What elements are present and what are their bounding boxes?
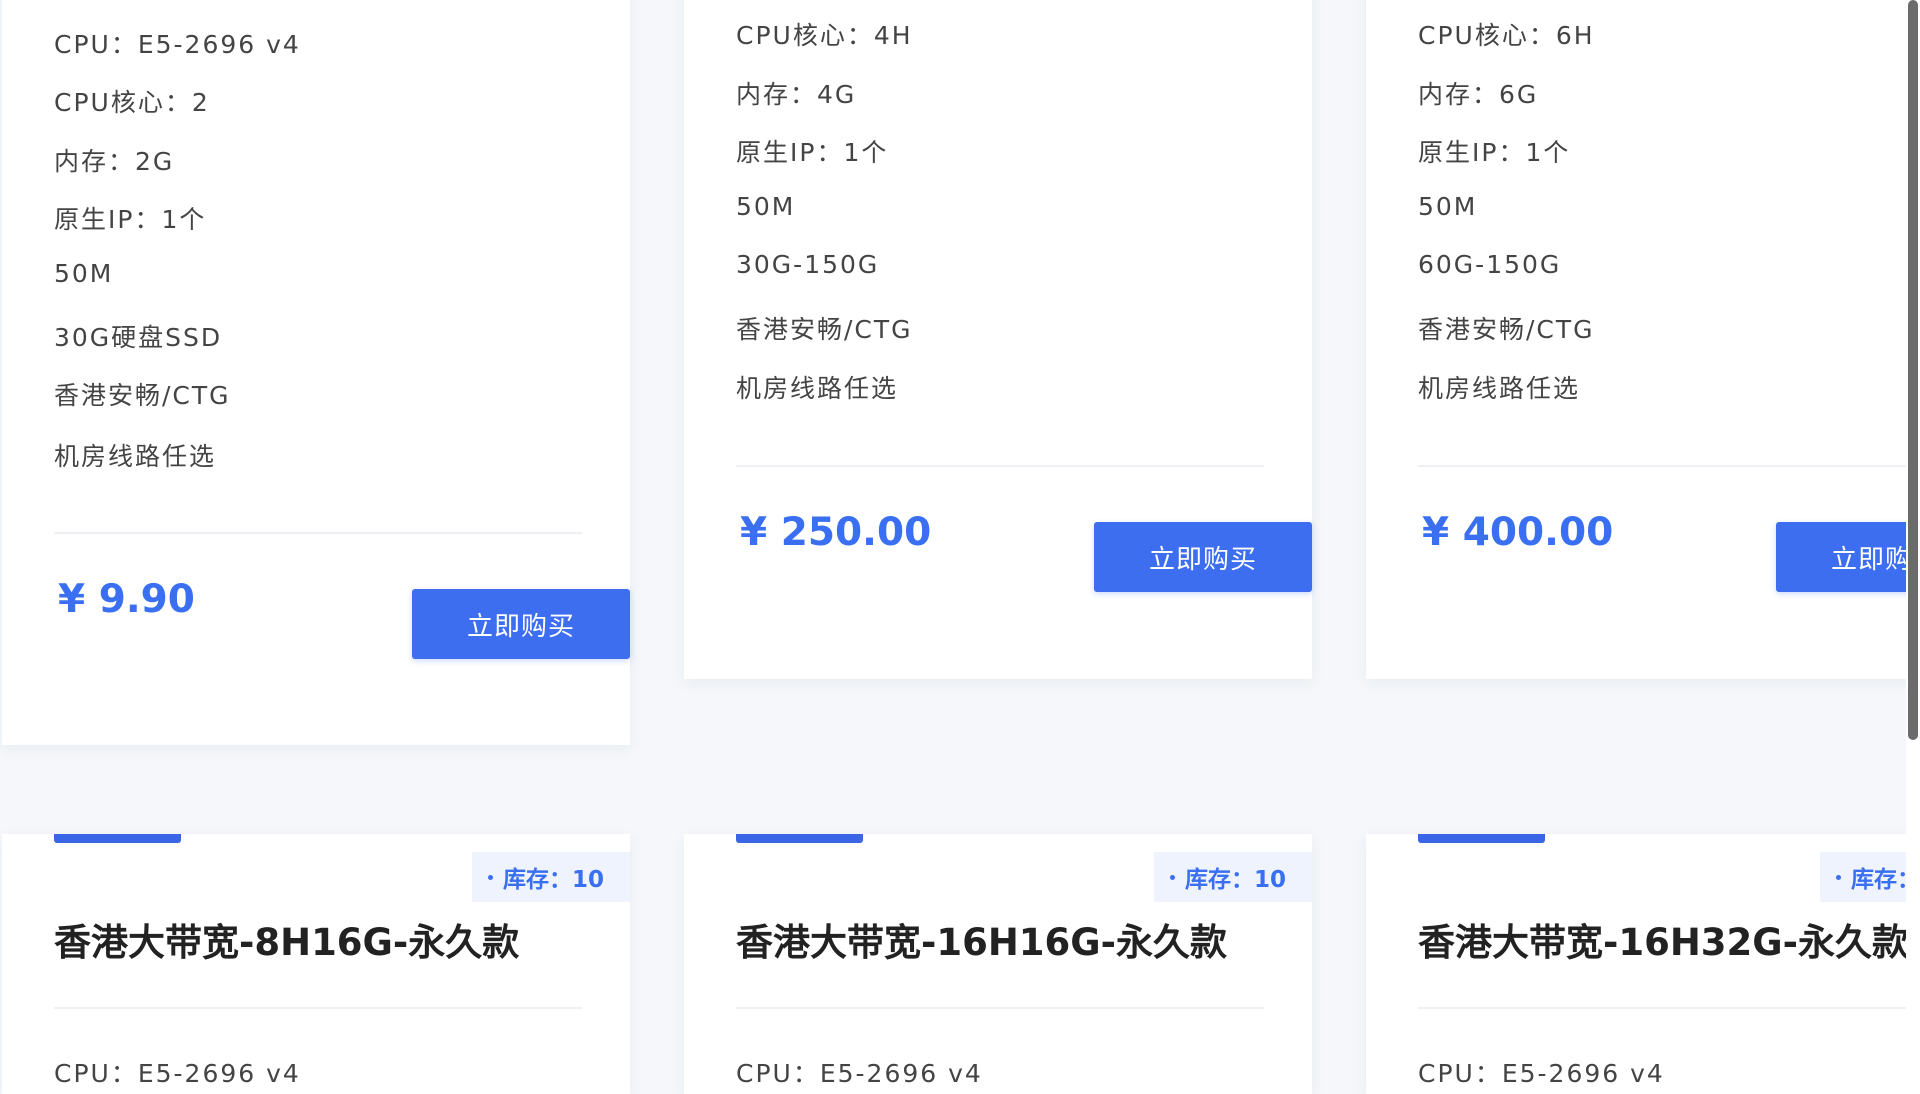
divider [1418,465,1920,467]
accent-bar [54,834,181,843]
spec-cpu: CPU：E5-2696 v4 [54,1059,301,1088]
spec-cpu: CPU：E5-2696 v4 [54,30,301,59]
spec-memory: 内存：4G [736,80,857,109]
spec-bandwidth: 50M [54,259,114,288]
scrollbar-thumb[interactable] [1908,0,1918,740]
accent-bar [736,834,863,843]
spec-datacenter: 香港安畅/CTG [1418,315,1595,344]
spec-route: 机房线路任选 [736,374,899,403]
stock-label: 库存：10 [1185,867,1287,893]
spec-cpu: CPU：E5-2696 v4 [1418,1059,1665,1088]
spec-cores: CPU核心：2 [54,88,210,117]
stock-label: 库存：10 [503,867,605,893]
spec-cpu: CPU：E5-2696 v4 [736,1059,983,1088]
stock-badge: 库存：10 [1154,852,1312,902]
divider [54,532,582,534]
scrollbar[interactable] [1906,0,1920,1080]
spec-route: 机房线路任选 [1418,374,1581,403]
divider [736,1007,1264,1009]
buy-now-button[interactable]: 立即购买 [1776,522,1920,592]
dot-icon [488,874,493,880]
price: ¥ 400.00 [1422,510,1614,555]
spec-bandwidth: 50M [736,192,796,221]
divider [54,1007,582,1009]
product-card: 库存：10 香港大带宽-16H16G-永久款 CPU：E5-2696 v4 [684,834,1312,1094]
spec-datacenter: 香港安畅/CTG [736,315,913,344]
product-card: CPU核心：6H 内存：6G 原生IP：1个 50M 60G-150G 香港安畅… [1366,0,1920,679]
stock-badge: 库存：10 [472,852,630,902]
spec-disk: 30G-150G [736,250,880,279]
product-title: 香港大带宽-16H16G-永久款 [736,921,1228,964]
dot-icon [1836,874,1841,880]
product-card: 库存：10 香港大带宽-8H16G-永久款 CPU：E5-2696 v4 [2,834,630,1094]
spec-ip: 原生IP：1个 [736,138,889,167]
spec-memory: 内存：6G [1418,80,1539,109]
spec-ip: 原生IP：1个 [1418,138,1571,167]
spec-route: 机房线路任选 [54,442,217,471]
spec-ip: 原生IP：1个 [54,205,207,234]
product-card: CPU：E5-2696 v4 CPU核心：2 内存：2G 原生IP：1个 50M… [2,0,630,745]
spec-disk: 30G硬盘SSD [54,323,223,352]
spec-bandwidth: 50M [1418,192,1478,221]
divider [736,465,1264,467]
buy-now-button[interactable]: 立即购买 [412,589,630,659]
price: ¥ 250.00 [740,510,932,555]
spec-cores: CPU核心：4H [736,21,913,50]
stock-badge: 库存： [1820,852,1920,902]
accent-bar [1418,834,1545,843]
spec-cores: CPU核心：6H [1418,21,1595,50]
spec-disk: 60G-150G [1418,250,1562,279]
divider [1418,1007,1920,1009]
product-card: 库存： 香港大带宽-16H32G-永久款 CPU：E5-2696 v4 [1366,834,1920,1094]
product-title: 香港大带宽-16H32G-永久款 [1418,921,1910,964]
dot-icon [1170,874,1175,880]
product-title: 香港大带宽-8H16G-永久款 [54,921,520,964]
spec-datacenter: 香港安畅/CTG [54,381,231,410]
price: ¥ 9.90 [58,577,195,622]
product-card: CPU核心：4H 内存：4G 原生IP：1个 50M 30G-150G 香港安畅… [684,0,1312,679]
spec-memory: 内存：2G [54,147,175,176]
buy-now-button[interactable]: 立即购买 [1094,522,1312,592]
